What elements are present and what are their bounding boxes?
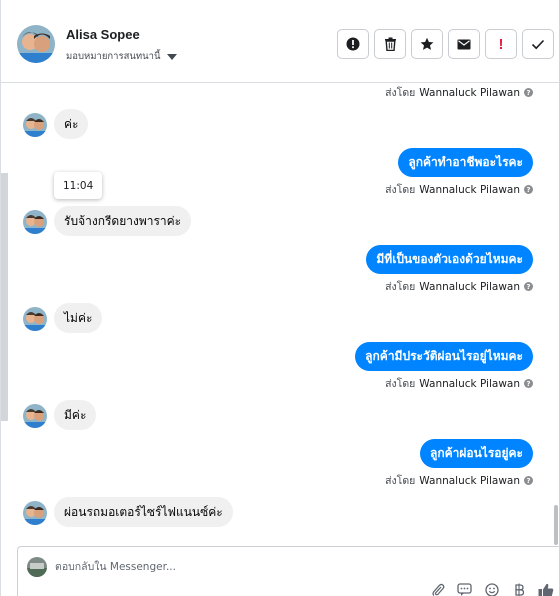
message-thread[interactable]: ส่งโดย Wannaluck Pilawan ? ค่ะ ลูกค้าทำอ… (1, 83, 559, 546)
outgoing-message[interactable]: ลูกค้ามีประวัติผ่อนไรอยู่ไหมคะ (355, 342, 533, 371)
composer-tools (429, 583, 554, 596)
sender-name: Wannaluck Pilawan (419, 183, 520, 196)
sent-by-prefix: ส่งโดย (385, 281, 416, 293)
incoming-message[interactable]: ผ่อนรถมอเตอร์ไซร์ไฟแนนซ์ค่ะ (54, 497, 233, 527)
delete-button[interactable] (374, 29, 406, 59)
exclamation-icon: ! (498, 35, 504, 53)
contact-avatar-small (23, 404, 47, 428)
check-icon (531, 39, 545, 49)
baht-payment-icon[interactable] (510, 583, 527, 596)
sent-by-prefix: ส่งโดย (385, 184, 416, 196)
contact-name[interactable]: Alisa Sopee (66, 27, 140, 42)
mark-done-button[interactable] (522, 29, 554, 59)
help-icon[interactable]: ? (524, 185, 533, 194)
paperclip-icon[interactable] (429, 583, 446, 596)
outgoing-message[interactable]: ลูกค้าทำอาชีพอะไรคะ (398, 148, 533, 177)
contact-avatar-small (23, 210, 47, 234)
help-icon[interactable]: ? (524, 476, 533, 485)
follow-up-button[interactable]: ! (485, 29, 517, 59)
mark-spam-button[interactable] (337, 29, 369, 59)
sent-by-prefix: ส่งโดย (385, 87, 416, 99)
star-icon (420, 37, 434, 50)
help-icon[interactable]: ? (524, 88, 533, 97)
incoming-message[interactable]: มีค่ะ (54, 400, 97, 430)
sent-by-label: ส่งโดย Wannaluck Pilawan ? (385, 375, 533, 392)
conversation-header: Alisa Sopee มอบหมายการสนทนานี้ ! (1, 0, 559, 83)
sent-by-label: ส่งโดย Wannaluck Pilawan ? (385, 472, 533, 489)
incoming-message[interactable]: ไม่ค่ะ (54, 303, 103, 333)
sent-by-label: ส่งโดย Wannaluck Pilawan ? (385, 84, 533, 101)
assign-label: มอบหมายการสนทนานี้ (66, 51, 161, 62)
sender-name: Wannaluck Pilawan (419, 377, 520, 390)
star-button[interactable] (411, 29, 443, 59)
sent-by-prefix: ส่งโดย (385, 378, 416, 390)
outgoing-message[interactable]: มีที่เป็นของตัวเองด้วยไหมคะ (366, 245, 533, 274)
panel-scrollbar[interactable] (1, 173, 8, 421)
incoming-message[interactable]: รับจ้างกรีดยางพาราค่ะ (54, 206, 192, 236)
assign-conversation-dropdown[interactable]: มอบหมายการสนทนานี้ (66, 49, 177, 64)
timestamp-tooltip: 11:04 (54, 172, 103, 199)
contact-avatar-small (23, 307, 47, 331)
sender-name: Wannaluck Pilawan (419, 280, 520, 293)
trash-icon (384, 37, 396, 51)
page-avatar (27, 557, 47, 577)
alert-circle-icon (346, 37, 360, 51)
outgoing-message[interactable]: ลูกค้าผ่อนไรอยู่คะ (419, 439, 533, 468)
saved-replies-icon[interactable] (456, 583, 473, 596)
help-icon[interactable]: ? (524, 379, 533, 388)
reply-composer (17, 546, 559, 596)
contact-avatar-small (23, 113, 47, 137)
incoming-message[interactable]: ค่ะ (54, 109, 89, 139)
sender-name: Wannaluck Pilawan (419, 474, 520, 487)
envelope-icon (457, 39, 471, 49)
messenger-inbox-thread: Alisa Sopee มอบหมายการสนทนานี้ ! ส่งโดย … (0, 0, 559, 596)
sent-by-label: ส่งโดย Wannaluck Pilawan ? (385, 278, 533, 295)
emoji-icon[interactable] (483, 583, 500, 596)
sent-by-prefix: ส่งโดย (385, 475, 416, 487)
thread-scrollbar[interactable] (554, 505, 558, 545)
mark-unread-button[interactable] (448, 29, 480, 59)
thumbs-up-icon[interactable] (537, 583, 554, 596)
reply-input[interactable] (55, 557, 355, 577)
contact-avatar[interactable] (17, 25, 55, 63)
caret-down-icon (166, 53, 177, 60)
contact-avatar-small (23, 501, 47, 525)
sender-name: Wannaluck Pilawan (419, 86, 520, 99)
sent-by-label: ส่งโดย Wannaluck Pilawan ? (385, 181, 533, 198)
header-actions: ! (337, 29, 554, 59)
help-icon[interactable]: ? (524, 282, 533, 291)
